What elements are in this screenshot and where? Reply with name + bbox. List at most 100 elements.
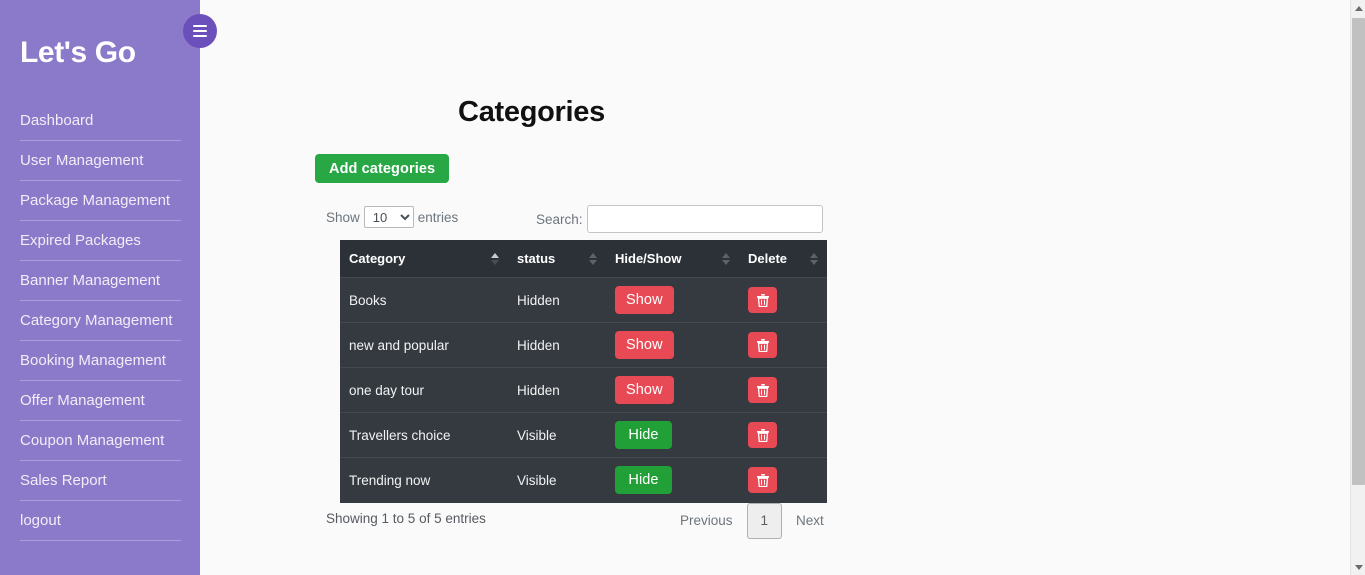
column-header-hide-show[interactable]: Hide/Show xyxy=(606,240,739,278)
cell-delete xyxy=(739,457,827,503)
sidebar-item-coupon-management[interactable]: Coupon Management xyxy=(0,421,200,461)
delete-row-button[interactable] xyxy=(748,422,777,448)
column-header-label: Category xyxy=(349,251,406,266)
cell-delete xyxy=(739,367,827,413)
datatable-length-control: Show 102550100 entries xyxy=(326,206,458,228)
sort-arrows-icon xyxy=(491,252,499,265)
add-categories-button[interactable]: Add categories xyxy=(315,154,450,183)
sidebar-item-label: Package Management xyxy=(20,192,171,209)
sidebar-item-label: Expired Packages xyxy=(20,232,141,249)
sidebar-item-label: logout xyxy=(20,512,61,529)
cell-status: Visible xyxy=(508,412,606,458)
cell-category: Travellers choice xyxy=(340,412,508,458)
sidebar-item-booking-management[interactable]: Booking Management xyxy=(0,341,200,381)
sidebar-item-user-management[interactable]: User Management xyxy=(0,141,200,181)
cell-toggle: Show xyxy=(606,277,739,323)
trash-icon xyxy=(756,428,769,442)
sort-arrows-icon xyxy=(722,252,730,265)
column-header-label: Delete xyxy=(748,251,788,266)
search-label: Search: xyxy=(536,211,583,227)
datatable-pagination: Previous 1 Next xyxy=(666,503,838,540)
sidebar: Let's Go Dashboard User Management Packa… xyxy=(0,0,200,575)
table-row: Trending now Visible Hide xyxy=(340,457,827,503)
sidebar-item-dashboard[interactable]: Dashboard xyxy=(0,101,200,141)
sidebar-item-label: Booking Management xyxy=(20,352,166,369)
sidebar-item-label: Category Management xyxy=(20,312,173,329)
hamburger-bar xyxy=(193,25,207,27)
cell-delete xyxy=(739,277,827,323)
page-scrollbar[interactable] xyxy=(1350,0,1365,575)
table-row: new and popular Hidden Show xyxy=(340,322,827,368)
sidebar-item-category-management[interactable]: Category Management xyxy=(0,301,200,341)
column-header-category[interactable]: Category xyxy=(340,240,508,278)
pagination-previous-button[interactable]: Previous xyxy=(666,503,747,539)
toggle-visibility-button[interactable]: Show xyxy=(615,331,674,359)
cell-category: Trending now xyxy=(340,457,508,503)
sidebar-item-label: Dashboard xyxy=(20,112,94,129)
column-header-label: Hide/Show xyxy=(615,251,682,266)
scrollbar-thumb[interactable] xyxy=(1352,18,1365,485)
entries-label: entries xyxy=(417,209,459,225)
trash-icon xyxy=(756,473,769,487)
sort-arrows-icon xyxy=(810,252,818,265)
cell-delete xyxy=(739,412,827,458)
cell-toggle: Show xyxy=(606,367,739,413)
sidebar-item-label: Offer Management xyxy=(20,392,145,409)
delete-row-button[interactable] xyxy=(748,332,777,358)
datatable-info: Showing 1 to 5 of 5 entries xyxy=(326,511,486,526)
sidebar-item-offer-management[interactable]: Offer Management xyxy=(0,381,200,421)
cell-toggle: Hide xyxy=(606,412,739,458)
cell-toggle: Hide xyxy=(606,457,739,503)
sidebar-item-banner-management[interactable]: Banner Management xyxy=(0,261,200,301)
cell-status: Visible xyxy=(508,457,606,503)
brand-logo: Let's Go xyxy=(20,36,136,69)
table-row: Books Hidden Show xyxy=(340,277,827,323)
categories-table: Category status Hide/Show Delete Books H… xyxy=(340,240,827,503)
delete-row-button[interactable] xyxy=(748,377,777,403)
sidebar-item-sales-report[interactable]: Sales Report xyxy=(0,461,200,501)
column-header-delete[interactable]: Delete xyxy=(739,240,827,278)
toggle-visibility-button[interactable]: Hide xyxy=(615,421,672,449)
cell-category: Books xyxy=(340,277,508,323)
main-content: Categories Add categories Show 102550100… xyxy=(200,0,1350,575)
column-header-status[interactable]: status xyxy=(508,240,606,278)
pagination-next-button[interactable]: Next xyxy=(782,503,838,539)
cell-category: new and popular xyxy=(340,322,508,368)
pagination-page-1-button[interactable]: 1 xyxy=(746,503,783,540)
cell-status: Hidden xyxy=(508,367,606,413)
hamburger-bar xyxy=(193,30,207,32)
sidebar-item-logout[interactable]: logout xyxy=(0,501,200,541)
hamburger-bar xyxy=(193,35,207,37)
scroll-down-arrow-icon[interactable] xyxy=(1351,559,1365,575)
trash-icon xyxy=(756,338,769,352)
trash-icon xyxy=(756,293,769,307)
trash-icon xyxy=(756,383,769,397)
toggle-visibility-button[interactable]: Hide xyxy=(615,466,672,495)
datatable-search-control: Search: xyxy=(536,205,823,233)
page-title: Categories xyxy=(458,96,605,128)
sidebar-item-label: Coupon Management xyxy=(20,432,165,449)
delete-row-button[interactable] xyxy=(748,467,777,494)
table-row: one day tour Hidden Show xyxy=(340,367,827,413)
show-label: Show xyxy=(326,209,360,225)
search-input[interactable] xyxy=(586,205,823,233)
sidebar-item-expired-packages[interactable]: Expired Packages xyxy=(0,221,200,261)
sort-arrows-icon xyxy=(589,252,597,265)
cell-delete xyxy=(739,322,827,368)
delete-row-button[interactable] xyxy=(748,287,777,313)
entries-per-page-select[interactable]: 102550100 xyxy=(363,206,414,228)
sidebar-item-label: Sales Report xyxy=(20,472,107,489)
app-root: Let's Go Dashboard User Management Packa… xyxy=(0,0,1365,575)
cell-status: Hidden xyxy=(508,322,606,368)
toggle-visibility-button[interactable]: Show xyxy=(615,376,674,404)
sidebar-item-label: User Management xyxy=(20,152,144,169)
column-header-label: status xyxy=(517,251,556,266)
sidebar-item-package-management[interactable]: Package Management xyxy=(0,181,200,221)
toggle-visibility-button[interactable]: Show xyxy=(615,286,674,314)
scroll-up-arrow-icon[interactable] xyxy=(1351,0,1365,16)
hamburger-icon[interactable] xyxy=(183,14,217,48)
cell-status: Hidden xyxy=(508,277,606,323)
table-row: Travellers choice Visible Hide xyxy=(340,412,827,458)
cell-toggle: Show xyxy=(606,322,739,368)
sidebar-item-label: Banner Management xyxy=(20,272,161,289)
